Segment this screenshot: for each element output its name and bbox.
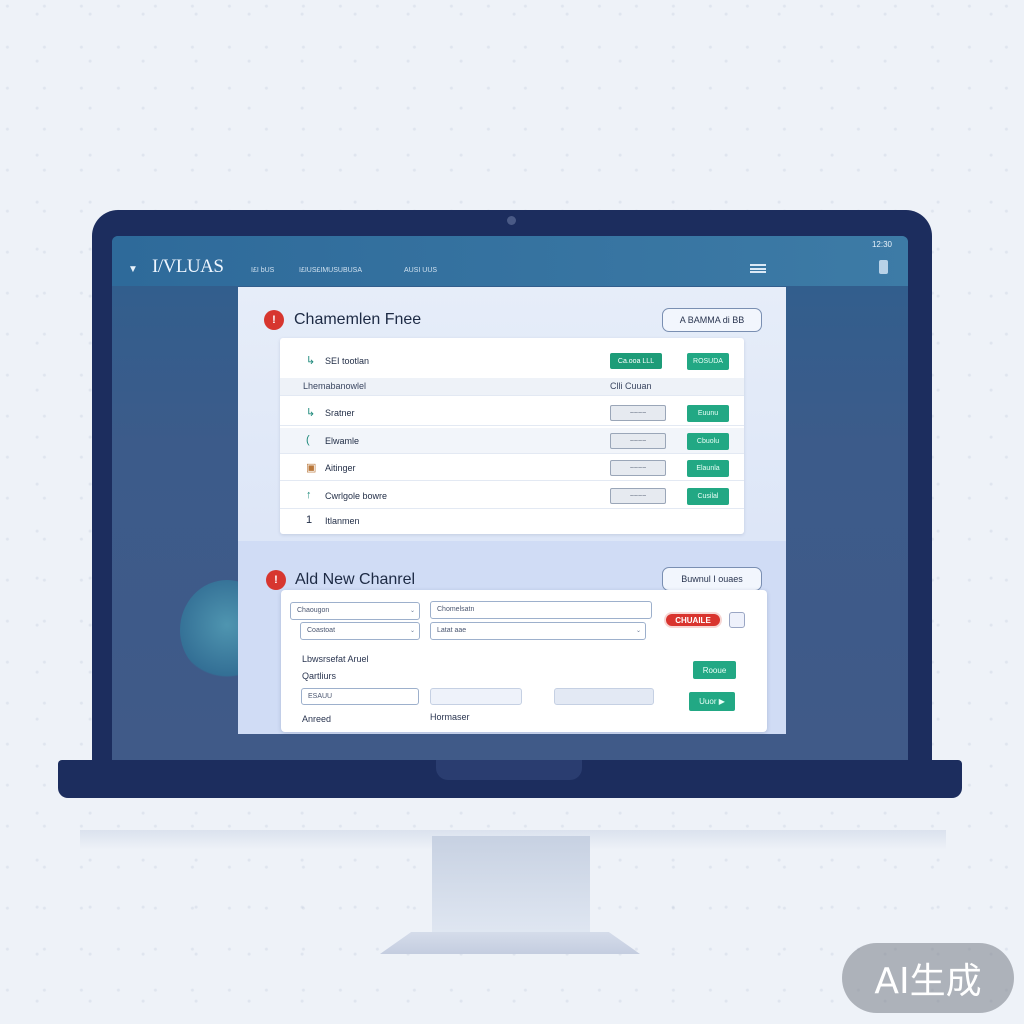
battery-icon: [879, 260, 888, 274]
channel-action-button[interactable]: Elaunla: [687, 460, 729, 477]
status-chip[interactable]: Ca.ooa LLL: [610, 353, 662, 369]
status-chip[interactable]: ~~~~: [610, 488, 666, 504]
channel-icon: (: [306, 434, 310, 446]
channel-name: Elwamle: [325, 436, 360, 446]
channels-filter-button[interactable]: A ВAMMA di ВB: [662, 308, 762, 332]
description-label: Lbwsrsefat Aruel: [302, 654, 369, 664]
chevron-down-icon: ⌄: [635, 628, 641, 634]
channel-action-button[interactable]: Cusilal: [687, 488, 729, 505]
add-channel-section-icon: !: [266, 570, 286, 590]
hamburger-menu-icon[interactable]: [750, 264, 766, 273]
channel-row[interactable]: ↳ Sratner ~~~~ Euunu: [280, 400, 744, 426]
channel-url-select[interactable]: Latat aae ⌄: [430, 622, 646, 640]
channel-row[interactable]: 1 Itlanmen: [280, 508, 744, 534]
tertiary-input[interactable]: [554, 688, 654, 705]
nav-item-1[interactable]: I£I bUS: [251, 267, 274, 274]
field-value: Latat aae: [437, 627, 467, 634]
channel-subtype-select[interactable]: Coastoat ⌄: [300, 622, 420, 640]
channel-name: Itlanmen: [325, 516, 360, 526]
next-button[interactable]: Uuor ▶: [689, 692, 735, 711]
app-logo[interactable]: I/VLUAS: [152, 256, 224, 278]
amount-label: Anreed: [302, 714, 332, 724]
status-chip[interactable]: ~~~~: [610, 460, 666, 476]
channel-row[interactable]: ↑ Cwrlgole bowre ~~~~ Cusilal: [280, 483, 744, 509]
channel-list: ↳ SEI tootlan Ca.ooa LLL ROSUDA Lhemaban…: [280, 338, 744, 534]
channel-name: Aitinger: [325, 463, 356, 473]
nav-item-3[interactable]: AUSI UUS: [404, 267, 437, 274]
field-value: Chomelsatn: [437, 606, 475, 613]
chevron-down-icon[interactable]: ▼: [128, 264, 138, 275]
status-chip[interactable]: ~~~~: [610, 405, 666, 421]
header-column: Clli Cuuan: [610, 381, 652, 391]
channels-title: Chamemlen Fnee: [294, 311, 422, 328]
add-channel-top-button[interactable]: Buwnul I ouaes: [662, 567, 762, 591]
field-value: Chaougon: [297, 607, 330, 614]
channel-action-button[interactable]: Cbuolu: [687, 433, 729, 450]
field-value: Coastoat: [307, 627, 336, 634]
nav-item-2[interactable]: I£IUS£IMUSUBUSA: [299, 267, 362, 274]
channel-row[interactable]: ↳ SEI tootlan Ca.ooa LLL ROSUDA: [280, 348, 744, 374]
chevron-down-icon: ⌄: [409, 608, 415, 614]
channel-icon: 1: [306, 514, 313, 526]
amount-input[interactable]: ESAUU: [301, 688, 419, 705]
channels-section-icon: !: [264, 310, 284, 330]
bottom-label: Hormaser: [430, 712, 470, 722]
channel-name: Cwrlgole bowre: [325, 491, 388, 501]
monitor-notch: [436, 760, 582, 780]
channel-row[interactable]: ▣ Aitinger ~~~~ Elaunla: [280, 455, 744, 481]
add-channel-title: Ald New Chanrel: [295, 571, 416, 588]
top-bar: ▼ I/VLUAS I£I bUS I£IUS£IMUSUBUSA AUSI U…: [112, 236, 908, 286]
quantity-label: Qartliurs: [302, 671, 337, 681]
copy-icon[interactable]: [729, 612, 745, 628]
channel-icon: ↳: [306, 407, 316, 419]
channel-name: SEI tootlan: [325, 356, 370, 366]
header-label: Lhemabanowlel: [303, 381, 367, 391]
camera-icon: [507, 216, 516, 225]
status-badge[interactable]: CHUAILE: [664, 612, 722, 628]
channel-name: Sratner: [325, 408, 355, 418]
channel-icon: ↳: [306, 355, 316, 367]
save-button[interactable]: Rooue: [693, 661, 736, 679]
channel-action-button[interactable]: ROSUDA: [687, 353, 729, 370]
channel-icon: ▣: [306, 462, 317, 474]
ai-watermark: AI生成: [842, 943, 1014, 1013]
monitor-stand-neck: [432, 836, 590, 932]
chevron-down-icon: ⌄: [409, 628, 415, 634]
channel-row[interactable]: ( Elwamle ~~~~ Cbuolu: [280, 428, 744, 454]
channel-icon: ↑: [306, 489, 312, 501]
clock: 12:30: [871, 240, 892, 249]
monitor-stand-foot: [380, 932, 640, 954]
channel-type-select[interactable]: Chaougon ⌄: [290, 602, 420, 620]
channel-action-button[interactable]: Euunu: [687, 405, 729, 422]
status-chip[interactable]: ~~~~: [610, 433, 666, 449]
table-header: Lhemabanowlel Clli Cuuan: [280, 378, 744, 396]
field-value: ESAUU: [308, 693, 333, 700]
channel-name-input[interactable]: Chomelsatn: [430, 601, 652, 619]
secondary-input[interactable]: [430, 688, 522, 705]
